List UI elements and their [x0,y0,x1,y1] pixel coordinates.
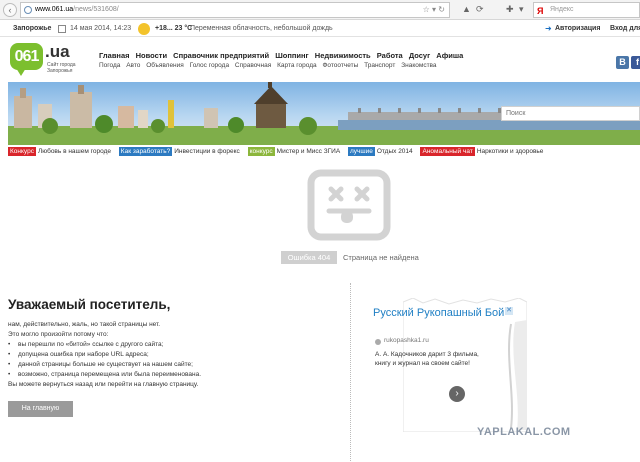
back-text: Вы можете вернуться назад или перейти на… [8,381,199,388]
current-date: 14 мая 2014, 14:23 [70,25,132,32]
address-bar[interactable]: www.061.ua/news/531608/ ☆ ▾ ↻ [20,2,450,18]
subnav-item-voice[interactable]: Голос города [190,62,229,69]
reason-item: данной страницы больше не существует на … [8,361,193,369]
browser-toolbar: ‹ www.061.ua/news/531608/ ☆ ▾ ↻ ▲ ⟳ ✚ ▾ … [0,0,640,20]
logo[interactable]: 061 [10,43,43,70]
nav-item-news[interactable]: Новости [136,51,167,60]
nav-item-jobs[interactable]: Работа [377,51,403,60]
subnav-item-weather[interactable]: Погода [99,62,120,69]
ad-text: А. А. Кадочников дарит 3 фильма, книгу и… [375,351,479,367]
subnav-item-dating[interactable]: Знакомства [401,62,436,69]
addon-icon[interactable]: ✚ [506,4,514,15]
city-selector[interactable]: Запорожье [13,21,51,37]
register-link[interactable]: Вход для [610,21,640,37]
promo-tag-text: Отдых 2014 [376,148,413,155]
visitor-title: Уважаемый посетитель, [8,297,171,312]
reason-item: вы перешли по «битой» ссылке с другого с… [8,341,163,349]
yandex-icon: Я [537,6,544,16]
calendar-icon [58,25,66,33]
weather-temperature[interactable]: +18... 23 °C [155,21,192,37]
promo-tag-label: конкурс [247,147,275,156]
subnav-item-photos[interactable]: Фотоотчеты [322,62,358,69]
nav-item-shopping[interactable]: Шоппинг [275,51,308,60]
nav-item-home[interactable]: Главная [99,51,130,60]
ad-title[interactable]: Русский Рукопашный Бой [373,307,525,319]
facebook-icon[interactable]: f [631,56,640,69]
nav-item-leisure[interactable]: Досуг [409,51,430,60]
promo-tag-text: Наркотики и здоровье [476,148,544,155]
sub-nav: Погода Авто Объявления Голос города Спра… [99,62,441,72]
home-button[interactable]: На главную [8,401,73,417]
subnav-item-reference[interactable]: Справочная [235,62,271,69]
site-search-input[interactable] [501,106,640,121]
logo-domain: .ua [45,42,70,61]
weather-sun-icon [138,23,150,35]
weather-description: Переменная облачность, небольшой дождь [190,25,333,32]
error-message: Страница не найдена [343,253,419,262]
main-nav: Главная Новости Справочник предприятий Ш… [99,51,467,61]
promo-tag-item[interactable]: Как заработать? Инвестиции в форекс [118,147,240,157]
watermark: YAPLAKAL.COM [477,426,571,438]
promo-tag-label: Аномальный чат [420,147,475,156]
promo-tag-label: лучшие [347,147,375,156]
logo-number: 061 [14,48,40,65]
promo-tag-text: Любовь в нашем городе [37,148,111,155]
promo-tag-text: Мистер и Мисс ЗГИА [276,148,341,155]
dropdown-icon[interactable]: ▾ [519,4,524,15]
ad-site[interactable]: rukopashka1.ru [384,337,429,344]
reason-item: возможно, страница перемещена или была п… [8,371,201,379]
ad-arrow-icon[interactable]: › [449,386,465,402]
dead-face-icon [307,169,391,241]
promo-tag-item[interactable]: Конкурс Любовь в нашем городе [8,147,111,157]
globe-icon [24,6,32,14]
reason-item: допущена ошибка при наборе URL адреса; [8,351,149,359]
column-divider [350,283,351,461]
ad-close-icon[interactable]: ✕ [505,307,513,315]
promo-tag-item[interactable]: конкурс Мистер и Мисс ЗГИА [247,147,341,157]
promo-tag-item[interactable]: лучшие Отдых 2014 [347,147,413,157]
back-icon[interactable]: ‹ [3,3,17,17]
promo-tag-label: Как заработать? [118,147,173,156]
url-path: /news/531608/ [73,6,119,13]
search-engine-box[interactable]: Я Яндекс [533,2,640,18]
sorry-text: нам, действительно, жаль, но такой стран… [8,321,161,328]
reason-intro: Это могло произойти потому что: [8,331,109,338]
logo-tagline: Сайт города Запорожья [47,62,76,74]
subnav-item-ads[interactable]: Объявления [146,62,184,69]
site-favicon-icon [375,339,381,345]
security-icon[interactable]: ▲ [462,4,471,14]
vk-icon[interactable]: В [616,56,629,69]
nav-item-events[interactable]: Афиша [436,51,463,60]
login-arrow-icon: ➜ [545,24,552,33]
nav-item-realty[interactable]: Недвижимость [315,51,371,60]
search-engine-label: Яндекс [550,6,574,13]
error-code-badge: Ошибка 404 [281,251,337,264]
info-bar: Запорожье 14 мая 2014, 14:23 +18... 23 °… [0,21,640,37]
login-link[interactable]: Авторизация [555,21,600,37]
promo-tag-item[interactable]: Аномальный чат Наркотики и здоровье [420,147,543,157]
reload-icon[interactable]: ⟳ [476,4,484,15]
page: ‹ www.061.ua/news/531608/ ☆ ▾ ↻ ▲ ⟳ ✚ ▾ … [0,0,640,462]
subnav-item-map[interactable]: Карта города [277,62,317,69]
url-host: www.061.ua [35,6,74,13]
promo-tag-label: Конкурс [8,147,36,156]
subnav-item-auto[interactable]: Авто [126,62,140,69]
logo-tail [16,68,26,76]
bookmark-star-icon[interactable]: ☆ ▾ ↻ [423,3,445,17]
subnav-item-transport[interactable]: Транспорт [364,62,395,69]
promo-tag-text: Инвестиции в форекс [174,148,240,155]
nav-item-directory[interactable]: Справочник предприятий [173,51,269,60]
promo-tags: Конкурс Любовь в нашем городе Как заработ… [8,147,640,157]
